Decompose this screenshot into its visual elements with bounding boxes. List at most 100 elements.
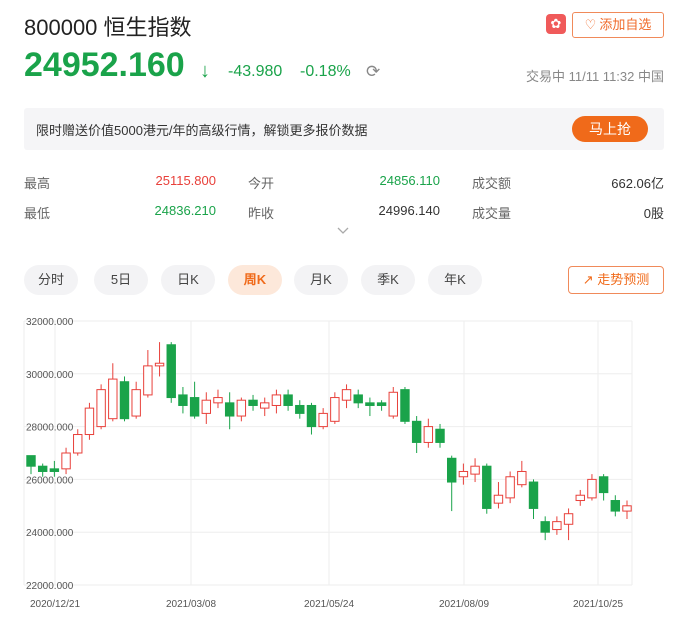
tab-minute[interactable]: 分时 bbox=[24, 265, 78, 295]
candle bbox=[119, 376, 130, 422]
candle bbox=[598, 474, 609, 501]
candle bbox=[96, 384, 106, 430]
candle bbox=[26, 455, 36, 475]
candle-body-up bbox=[470, 465, 480, 475]
candle-body-down bbox=[411, 420, 422, 443]
candle-body-up bbox=[552, 521, 562, 531]
candle bbox=[295, 400, 305, 419]
candle bbox=[131, 381, 141, 419]
candle-body-up bbox=[84, 407, 95, 436]
candle-body-up bbox=[341, 389, 352, 401]
tab-monthly[interactable]: 月K bbox=[294, 265, 348, 295]
candle bbox=[154, 342, 165, 377]
add-watchlist-button[interactable]: ♡ 添加自选 bbox=[572, 12, 664, 38]
candle bbox=[622, 500, 632, 519]
candle-body-up bbox=[622, 505, 632, 512]
candle-body-up bbox=[505, 476, 515, 499]
kline-chart[interactable]: 32000.000 30000.000 28000.000 26000.000 2400… bbox=[0, 305, 690, 617]
candle-body-down bbox=[353, 394, 363, 404]
tab-5day[interactable]: 5日 bbox=[94, 265, 148, 295]
hk-flag-icon: ✿ bbox=[546, 14, 566, 34]
candle bbox=[458, 463, 469, 485]
promo-button[interactable]: 马上抢 bbox=[572, 116, 648, 142]
candle-body-up bbox=[236, 399, 247, 417]
candle bbox=[423, 418, 434, 448]
candle bbox=[189, 381, 200, 419]
forecast-label: 走势预测 bbox=[597, 272, 650, 287]
candle bbox=[306, 402, 317, 435]
candle-body-up bbox=[143, 365, 153, 396]
candle bbox=[201, 392, 212, 424]
open-label: 今开 bbox=[248, 176, 275, 191]
candle-body-up bbox=[108, 378, 118, 420]
candle-body-up bbox=[587, 478, 597, 499]
add-watchlist-label: 添加自选 bbox=[599, 17, 652, 32]
candle-body-up bbox=[260, 402, 270, 409]
candle bbox=[283, 389, 293, 411]
candle bbox=[376, 400, 387, 411]
candle bbox=[260, 397, 270, 417]
candle-body-up bbox=[318, 412, 328, 428]
tab-quarterly[interactable]: 季K bbox=[361, 265, 415, 295]
down-arrow-icon: ↓ bbox=[200, 60, 210, 82]
tab-daily[interactable]: 日K bbox=[161, 265, 215, 295]
candle bbox=[587, 474, 597, 501]
volume-value: 0股 bbox=[643, 206, 664, 221]
tab-yearly[interactable]: 年K bbox=[428, 265, 482, 295]
candle-body-down bbox=[435, 428, 445, 443]
turnover-label: 成交额 bbox=[472, 176, 512, 191]
refresh-icon[interactable]: ⟳ bbox=[366, 62, 380, 82]
y-tick-label: 22000.000 bbox=[26, 581, 74, 592]
candle bbox=[517, 460, 527, 488]
candle-body-down bbox=[528, 481, 539, 509]
candle-body-down bbox=[26, 455, 36, 467]
candle bbox=[166, 342, 176, 403]
y-tick-label: 24000.000 bbox=[26, 528, 74, 539]
candle bbox=[143, 350, 153, 398]
candle-body-up bbox=[73, 434, 83, 454]
prev-close-label: 昨收 bbox=[248, 206, 275, 221]
candle bbox=[330, 392, 340, 424]
candle bbox=[318, 408, 328, 430]
candle-body-up bbox=[96, 389, 106, 428]
volume-label: 成交量 bbox=[472, 206, 512, 221]
candle bbox=[435, 423, 445, 448]
candle-body-up bbox=[201, 399, 212, 414]
candle bbox=[482, 463, 492, 514]
candle-body-down bbox=[37, 465, 48, 472]
chevron-down-icon[interactable] bbox=[337, 227, 349, 235]
candle bbox=[411, 416, 422, 453]
candle bbox=[236, 397, 247, 422]
candle-body-up bbox=[271, 394, 282, 406]
heart-icon: ♡ bbox=[584, 17, 597, 32]
candle-body-down bbox=[446, 457, 457, 483]
y-tick-label: 28000.000 bbox=[26, 423, 74, 434]
candle bbox=[213, 389, 223, 409]
candle-body-down bbox=[248, 399, 258, 406]
candle-body-up bbox=[131, 389, 141, 417]
turnover-value: 662.06亿 bbox=[611, 176, 664, 191]
low-value: 24836.210 bbox=[154, 203, 216, 218]
candle-body-down bbox=[178, 394, 188, 406]
candle-body-up bbox=[330, 397, 340, 422]
candle-body-down bbox=[283, 394, 293, 406]
x-tick-label: 2021/08/09 bbox=[439, 599, 489, 610]
forecast-button[interactable]: ↗ 走势预测 bbox=[568, 266, 664, 294]
promo-text: 限时赠送价值5000港元/年的高级行情，解锁更多报价数据 bbox=[36, 123, 368, 138]
tab-weekly[interactable]: 周K bbox=[228, 265, 282, 295]
candle bbox=[178, 387, 188, 414]
candle-body-down bbox=[224, 402, 235, 417]
candle-body-down bbox=[119, 381, 130, 420]
candle-body-down bbox=[540, 521, 550, 533]
low-label: 最低 bbox=[24, 206, 51, 221]
candle bbox=[84, 402, 95, 440]
candle-body-up bbox=[61, 452, 71, 470]
y-tick-label: 32000.000 bbox=[26, 317, 74, 328]
candle-body-up bbox=[458, 470, 469, 478]
stock-title: 800000 恒生指数 bbox=[24, 15, 192, 40]
promo-banner: 限时赠送价值5000港元/年的高级行情，解锁更多报价数据 马上抢 bbox=[24, 108, 664, 150]
candle-body-down bbox=[295, 404, 305, 414]
candle-body-down bbox=[598, 476, 609, 494]
candle-body-up bbox=[575, 494, 585, 502]
candle-body-up bbox=[563, 513, 574, 525]
